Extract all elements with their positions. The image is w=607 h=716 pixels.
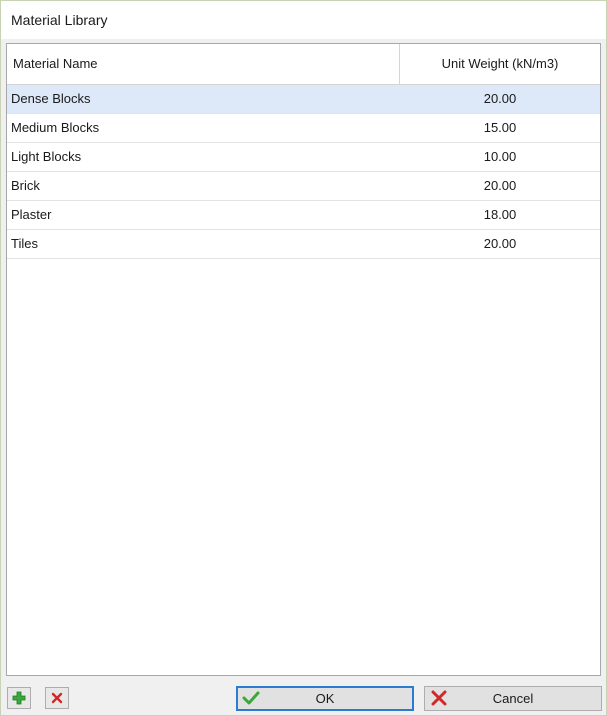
table-row[interactable]: Medium Blocks 15.00 <box>7 114 600 143</box>
table-row[interactable]: Dense Blocks 20.00 <box>7 85 600 114</box>
cancel-button-label: Cancel <box>492 691 534 706</box>
title-bar: Material Library <box>1 1 606 39</box>
plus-icon <box>12 691 26 705</box>
table-row[interactable]: Tiles 20.00 <box>7 230 600 259</box>
table-row[interactable]: Brick 20.00 <box>7 172 600 201</box>
delete-material-button[interactable] <box>45 687 69 709</box>
cancel-button[interactable]: Cancel <box>424 686 602 711</box>
material-name-cell[interactable]: Tiles <box>7 230 400 258</box>
column-header-unit-weight[interactable]: Unit Weight (kN/m3) <box>400 44 600 84</box>
material-name-cell[interactable]: Plaster <box>7 201 400 229</box>
unit-weight-cell[interactable]: 18.00 <box>400 201 600 229</box>
add-material-button[interactable] <box>7 687 31 709</box>
grid-header: Material Name Unit Weight (kN/m3) <box>7 44 600 85</box>
material-name-cell[interactable]: Brick <box>7 172 400 200</box>
material-grid[interactable]: Material Name Unit Weight (kN/m3) Dense … <box>6 43 601 676</box>
ok-button-label: OK <box>315 691 335 706</box>
table-row[interactable]: Light Blocks 10.00 <box>7 143 600 172</box>
ok-button[interactable]: OK <box>236 686 414 711</box>
dialog-footer: OK Cancel <box>1 679 606 715</box>
material-name-cell[interactable]: Dense Blocks <box>7 85 400 113</box>
unit-weight-cell[interactable]: 15.00 <box>400 114 600 142</box>
delete-icon <box>51 692 63 704</box>
table-row[interactable]: Plaster 18.00 <box>7 201 600 230</box>
unit-weight-cell[interactable]: 20.00 <box>400 172 600 200</box>
column-header-material-name[interactable]: Material Name <box>7 44 400 84</box>
unit-weight-cell[interactable]: 20.00 <box>400 85 600 113</box>
material-name-cell[interactable]: Medium Blocks <box>7 114 400 142</box>
unit-weight-cell[interactable]: 20.00 <box>400 230 600 258</box>
dialog-title: Material Library <box>11 12 108 28</box>
unit-weight-cell[interactable]: 10.00 <box>400 143 600 171</box>
material-name-cell[interactable]: Light Blocks <box>7 143 400 171</box>
material-library-dialog: Material Library Material Name Unit Weig… <box>0 0 607 716</box>
